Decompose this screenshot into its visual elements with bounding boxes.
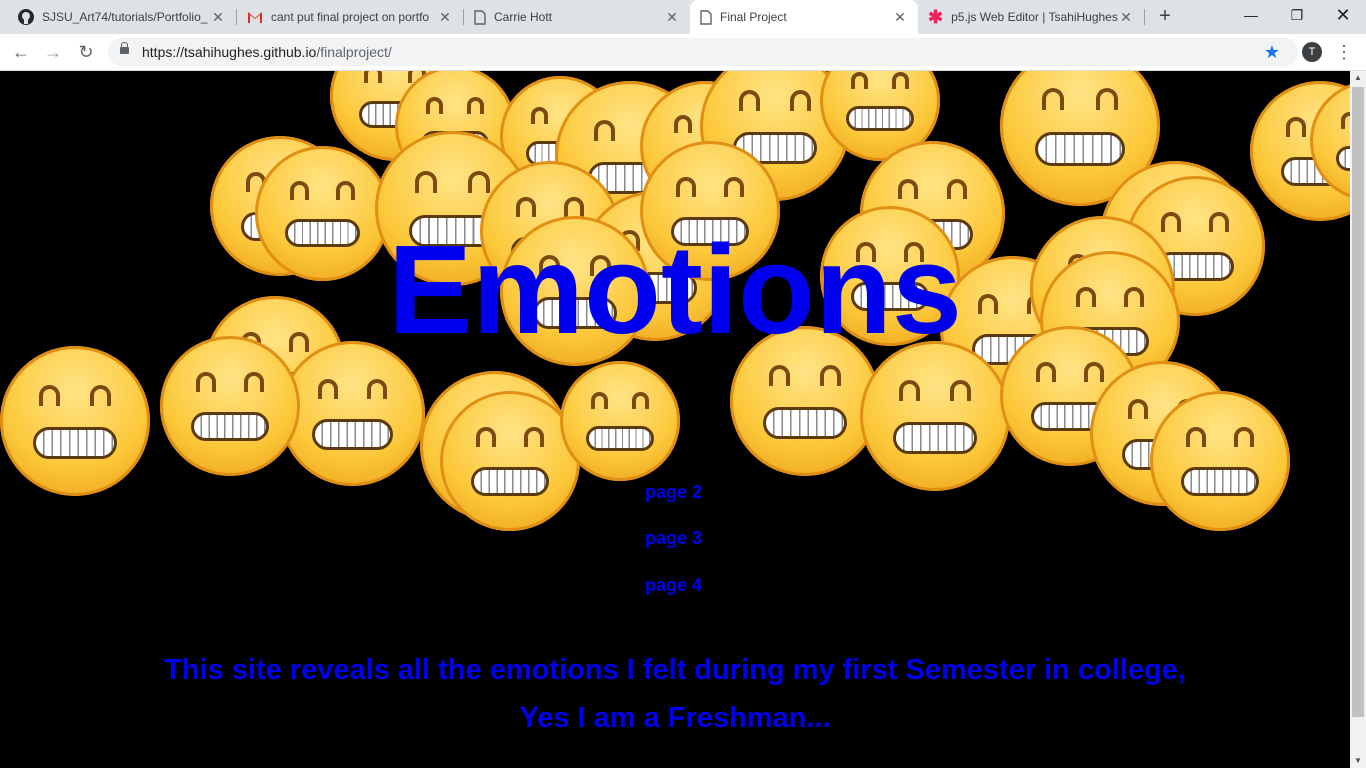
tab-carrie-hott[interactable]: Carrie Hott ✕ bbox=[464, 0, 690, 34]
tab-final-project[interactable]: Final Project ✕ bbox=[690, 0, 918, 34]
tab-title: SJSU_Art74/tutorials/Portfolio_ bbox=[42, 10, 208, 24]
close-tab-icon[interactable]: ✕ bbox=[210, 9, 226, 26]
grinning-face-icon bbox=[560, 361, 680, 481]
document-icon bbox=[700, 9, 712, 25]
grinning-face-icon bbox=[0, 346, 150, 496]
grinning-face-icon bbox=[440, 391, 580, 531]
scrollbar-thumb[interactable] bbox=[1352, 87, 1364, 717]
forward-arrow-icon[interactable]: → bbox=[41, 40, 65, 64]
kebab-menu-icon[interactable]: ⋮ bbox=[1334, 40, 1354, 64]
url-path: /finalproject/ bbox=[316, 44, 392, 60]
browser-toolbar: ← → ↻ https://tsahihughes.github.io/fina… bbox=[0, 34, 1366, 71]
tab-title: p5.js Web Editor | TsahiHughes bbox=[951, 10, 1118, 24]
link-page-4[interactable]: page 4 bbox=[645, 575, 702, 596]
address-bar[interactable]: https://tsahihughes.github.io/finalproje… bbox=[108, 38, 1298, 66]
new-tab-icon[interactable]: + bbox=[1154, 5, 1176, 27]
tab-strip: SJSU_Art74/tutorials/Portfolio_ ✕ cant p… bbox=[0, 0, 1366, 34]
close-tab-icon[interactable]: ✕ bbox=[437, 9, 453, 26]
reload-icon[interactable]: ↻ bbox=[74, 40, 98, 64]
url-text: https://tsahihughes.github.io/finalproje… bbox=[142, 38, 392, 66]
close-tab-icon[interactable]: ✕ bbox=[1118, 9, 1134, 26]
scroll-up-arrow-icon[interactable]: ▲ bbox=[1350, 71, 1366, 85]
bookmark-star-icon[interactable]: ★ bbox=[1264, 38, 1280, 66]
grinning-face-icon bbox=[1150, 522, 1290, 531]
minimize-icon[interactable]: — bbox=[1228, 0, 1274, 30]
back-arrow-icon[interactable]: ← bbox=[9, 40, 33, 64]
tab-gmail[interactable]: cant put final project on portfo ✕ bbox=[237, 0, 463, 34]
close-window-icon[interactable]: ✕ bbox=[1320, 0, 1366, 30]
grinning-face-icon bbox=[860, 341, 1010, 491]
tab-p5js-editor[interactable]: ✱ p5.js Web Editor | TsahiHughes ✕ bbox=[918, 0, 1144, 34]
page-caption: This site reveals all the emotions I fel… bbox=[164, 654, 1186, 734]
tab-title: Carrie Hott bbox=[494, 10, 553, 24]
tab-title: Final Project bbox=[720, 10, 787, 24]
grinning-face-icon bbox=[280, 341, 425, 486]
p5js-icon: ✱ bbox=[928, 6, 944, 27]
close-tab-icon[interactable]: ✕ bbox=[664, 9, 680, 26]
link-page-2[interactable]: page 2 bbox=[645, 482, 702, 503]
lock-icon bbox=[120, 42, 129, 54]
restore-icon[interactable]: ❐ bbox=[1274, 0, 1320, 30]
grinning-face-icon bbox=[160, 336, 300, 476]
url-host: https://tsahihughes.github.io bbox=[142, 44, 317, 60]
gmail-icon bbox=[248, 11, 262, 23]
page-scrollbar[interactable]: ▲ ▼ bbox=[1350, 71, 1366, 768]
avatar[interactable]: T bbox=[1302, 42, 1322, 62]
page-viewport: Emotions page 2 page 3 page 4 This site … bbox=[0, 71, 1350, 768]
tab-title: cant put final project on portfo bbox=[271, 10, 430, 24]
grinning-face-icon bbox=[1150, 391, 1290, 531]
close-tab-icon[interactable]: ✕ bbox=[892, 9, 908, 26]
page-title: Emotions bbox=[387, 219, 962, 360]
scroll-down-arrow-icon[interactable]: ▼ bbox=[1350, 754, 1366, 768]
grinning-face-icon bbox=[440, 522, 580, 531]
link-page-3[interactable]: page 3 bbox=[645, 528, 702, 549]
tab-separator bbox=[1144, 9, 1145, 25]
github-icon bbox=[18, 9, 34, 25]
tab-sjsu-art74[interactable]: SJSU_Art74/tutorials/Portfolio_ ✕ bbox=[8, 0, 236, 34]
document-icon bbox=[474, 9, 486, 25]
